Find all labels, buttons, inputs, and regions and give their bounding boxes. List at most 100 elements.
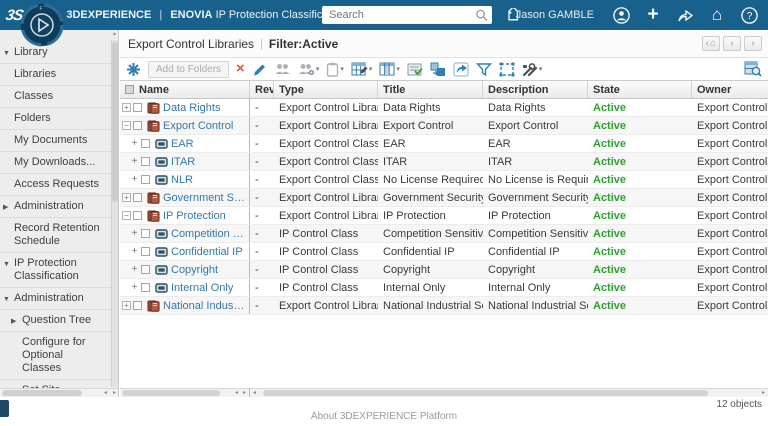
home-small-icon: ⌂ [709, 38, 716, 49]
object-link[interactable]: Government Security [163, 192, 247, 204]
row-checkbox[interactable] [141, 265, 150, 274]
export-arrow-icon[interactable] [453, 60, 469, 78]
expand-toggle-icon[interactable]: + [122, 193, 131, 202]
sidebar-item-administration[interactable]: ▼ Administration [0, 288, 118, 310]
sidebar-item-ip-protection-classification[interactable]: ▼ IP Protection Classification [0, 253, 118, 288]
sidebar-scroll-up-icon[interactable]: ▴ [111, 30, 118, 39]
object-link[interactable]: National Industrial Security [163, 300, 247, 312]
column-header-title[interactable]: Title [378, 81, 483, 98]
table-search-icon[interactable] [744, 60, 762, 78]
sidebar-vertical-scrollbar[interactable] [111, 40, 118, 387]
column-header-rev[interactable]: Rev [250, 81, 274, 98]
user-name[interactable]: Jason GAMBLE [516, 9, 594, 21]
select-all-checkbox[interactable] [125, 85, 134, 94]
table-columns-icon[interactable]: ▾ [379, 60, 400, 78]
column-header-owner[interactable]: Owner [692, 81, 768, 98]
object-link[interactable]: Export Control [163, 120, 233, 132]
search-icon[interactable] [475, 8, 488, 22]
sidebar-item-folders[interactable]: Folders [0, 108, 118, 130]
sidebar-item-classes[interactable]: Classes [0, 86, 118, 108]
column-header-state[interactable]: State [588, 81, 692, 98]
prev-button[interactable]: ‹ [723, 36, 741, 51]
about-platform-link[interactable]: About 3DEXPERIENCE Platform [0, 411, 768, 422]
create-new-icon[interactable] [126, 60, 141, 78]
add-to-folders-button[interactable]: Add to Folders [148, 60, 230, 78]
sidebar-item-question-tree[interactable]: ▶ Question Tree [0, 310, 118, 332]
list-check-icon[interactable] [407, 60, 423, 78]
object-link[interactable]: IP Protection [163, 210, 226, 222]
help-icon[interactable]: ? [740, 6, 758, 24]
row-checkbox[interactable] [141, 229, 150, 238]
sidebar-item-libraries[interactable]: Libraries [0, 64, 118, 86]
row-checkbox[interactable] [133, 193, 142, 202]
expand-toggle-icon[interactable]: + [130, 139, 139, 149]
table-edit-icon[interactable]: ▾ [351, 60, 372, 78]
structure-compare-icon[interactable] [430, 60, 446, 78]
name-pane-scrollbar[interactable]: ◂ ▸ [120, 388, 250, 397]
clipboard-icon[interactable]: ▾ [326, 60, 344, 78]
expand-toggle-icon[interactable]: + [130, 175, 139, 185]
row-checkbox[interactable] [141, 139, 150, 148]
expand-toggle-icon[interactable]: − [122, 211, 131, 220]
object-link[interactable]: Confidential IP [171, 246, 243, 258]
row-checkbox[interactable] [141, 247, 150, 256]
column-header-type[interactable]: Type [274, 81, 378, 98]
scroll-left-icon[interactable]: ◂ [104, 389, 107, 397]
row-checkbox[interactable] [133, 103, 142, 112]
expand-toggle-icon[interactable]: + [130, 265, 139, 275]
object-link[interactable]: Competition Sensitive [171, 228, 247, 240]
next-button[interactable]: › [744, 36, 762, 51]
column-header-name[interactable]: Name [120, 81, 250, 98]
filter-label[interactable]: Filter:Active [269, 37, 338, 51]
object-link[interactable]: Data Rights [163, 102, 220, 114]
object-link[interactable]: ITAR [171, 156, 195, 168]
home-icon[interactable]: ⌂ [708, 5, 726, 24]
row-checkbox[interactable] [141, 175, 150, 184]
users-icon[interactable] [274, 60, 291, 78]
row-checkbox[interactable] [133, 211, 142, 220]
filter-icon[interactable] [475, 60, 492, 78]
sidebar-item-my-documents[interactable]: My Documents [0, 130, 118, 152]
sidebar-item-record-retention-schedule[interactable]: Record Retention Schedule [0, 218, 118, 253]
search-input[interactable] [322, 9, 475, 21]
expand-toggle-icon[interactable]: + [122, 103, 131, 112]
sidebar-item-configure-for-optional-classes[interactable]: Configure for Optional Classes [0, 332, 118, 380]
row-checkbox[interactable] [141, 283, 150, 292]
object-link[interactable]: NLR [171, 174, 193, 186]
object-link[interactable]: EAR [171, 138, 194, 150]
table-row: + NLR - Export Control Class No License Requ… [120, 171, 768, 189]
expand-toggle-icon[interactable]: + [130, 157, 139, 167]
sidebar-horizontal-scrollbar[interactable]: ◂ ▸ [0, 388, 118, 397]
expand-toggle-icon[interactable]: + [130, 229, 139, 239]
expand-toggle-icon[interactable]: + [130, 247, 139, 257]
sidebar-item-administration[interactable]: ▶ Administration [0, 196, 118, 218]
sidebar-horizontal-scroll-thumb[interactable] [2, 390, 82, 396]
delete-icon[interactable]: × [236, 60, 245, 78]
back-home-button[interactable]: ‹ ⌂ [701, 36, 720, 51]
tools-icon[interactable]: ▾ [522, 60, 542, 78]
columns-pane-scrollbar[interactable]: ◂ ▸ [250, 388, 768, 397]
expand-toggle-icon[interactable]: + [122, 301, 131, 310]
share-icon[interactable] [676, 6, 694, 24]
tag-icon[interactable] [502, 6, 522, 24]
expand-toggle-icon[interactable]: − [122, 121, 131, 130]
expand-toggle-icon[interactable]: + [130, 283, 139, 293]
add-icon[interactable]: + [644, 4, 662, 25]
sidebar-vertical-scroll-thumb[interactable] [112, 42, 118, 202]
columns-pane-scroll-thumb[interactable] [263, 390, 708, 396]
row-checkbox[interactable] [133, 121, 142, 130]
row-checkbox[interactable] [133, 301, 142, 310]
column-header-description[interactable]: Description [483, 81, 588, 98]
scroll-right-icon[interactable]: ▸ [113, 389, 116, 397]
users-settings-icon[interactable]: ▾ [298, 60, 319, 78]
object-link[interactable]: Copyright [171, 264, 218, 276]
profile-icon[interactable] [612, 6, 630, 24]
compass-icon[interactable]: F [20, 3, 64, 47]
row-checkbox[interactable] [141, 157, 150, 166]
sidebar-item-access-requests[interactable]: Access Requests [0, 174, 118, 196]
edit-pencil-icon[interactable] [252, 60, 267, 78]
select-marquee-icon[interactable] [499, 60, 515, 78]
object-link[interactable]: Internal Only [171, 282, 233, 294]
sidebar-item-my-downloads[interactable]: My Downloads... [0, 152, 118, 174]
name-pane-scroll-thumb[interactable] [122, 390, 220, 396]
